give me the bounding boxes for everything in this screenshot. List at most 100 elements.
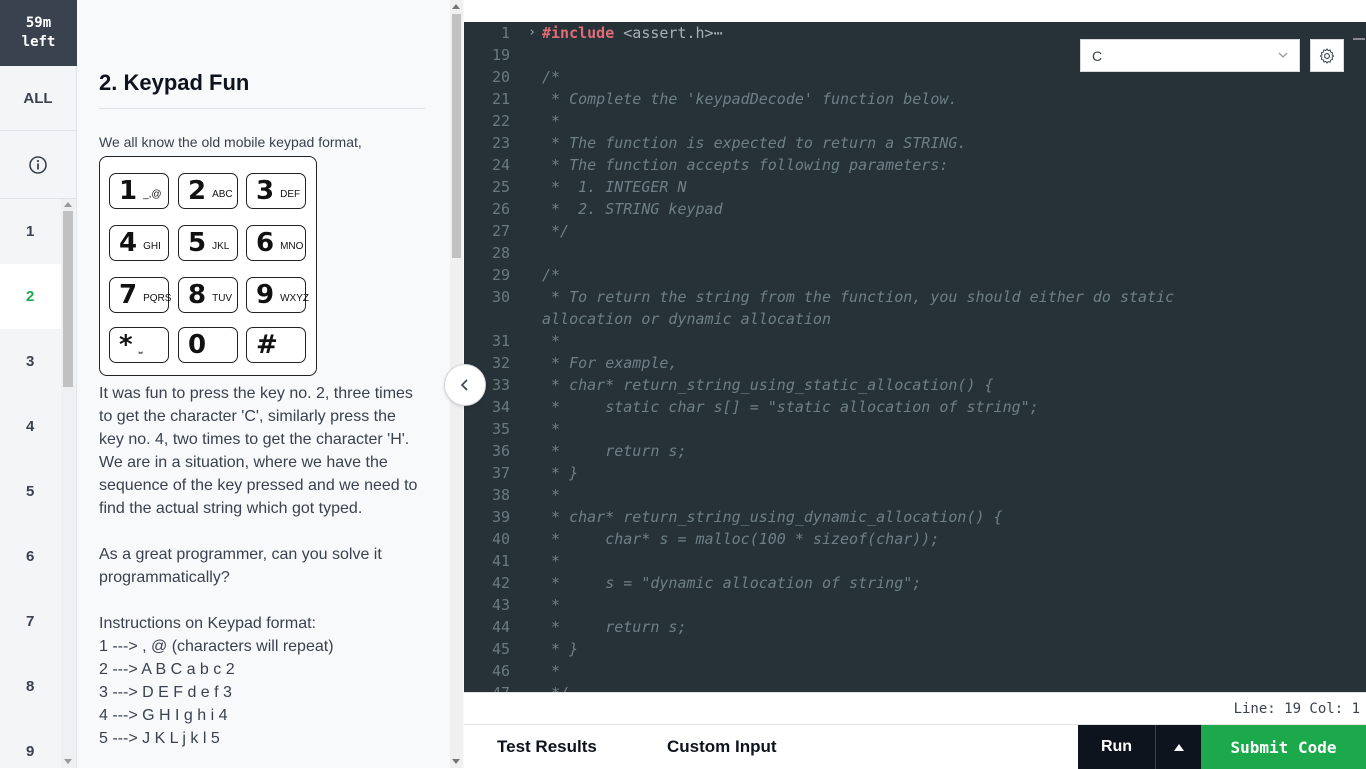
code-text: *: [542, 596, 561, 614]
code-text: * }: [542, 640, 579, 658]
collapse-panel-button[interactable]: [444, 364, 486, 406]
line-number: 26: [491, 200, 510, 218]
code-line: 24 * The function accepts following para…: [464, 154, 1366, 176]
code-text: * return s;: [542, 442, 687, 460]
folded-ellipsis[interactable]: ⋯: [714, 24, 723, 42]
question-item[interactable]: 7: [0, 589, 62, 654]
line-number: 45: [491, 640, 510, 658]
keypad-key: 7 PQRS: [109, 277, 172, 313]
line-number: 19: [491, 46, 510, 64]
line-number: 28: [491, 244, 510, 262]
question-item[interactable]: 3: [0, 329, 62, 394]
code-text: * The function is expected to return a S…: [542, 134, 967, 152]
code-text: * static char s[] = "static allocation o…: [542, 398, 1039, 416]
language-select[interactable]: C: [1080, 39, 1300, 72]
editor-scrollbar[interactable]: [1352, 22, 1366, 692]
code-line: 31 *: [464, 330, 1366, 352]
question-rail: 59m left ALL 123456789: [0, 0, 77, 768]
code-line: 32 * For example,: [464, 352, 1366, 374]
editor-top-strip: [464, 0, 1366, 22]
scroll-down-icon[interactable]: [64, 759, 72, 764]
line-number: 38: [491, 486, 510, 504]
question-item[interactable]: 9: [0, 719, 62, 768]
paragraph: As a great programmer, can you solve it …: [99, 546, 382, 586]
code-line: 40 * char* s = malloc(100 * sizeof(char)…: [464, 528, 1366, 550]
question-item[interactable]: 8: [0, 654, 62, 719]
code-line: 43 *: [464, 594, 1366, 616]
tab-test-results[interactable]: Test Results: [497, 725, 597, 769]
bottom-bar: Test Results Custom Input Run Submit Cod…: [464, 724, 1366, 769]
code-text: *: [542, 332, 561, 350]
code-line: 42 * s = "dynamic allocation of string";: [464, 572, 1366, 594]
scroll-up-icon[interactable]: [452, 4, 460, 9]
code-text: * For example,: [542, 354, 678, 372]
keypad-key: 6 MNO: [246, 225, 306, 261]
question-item[interactable]: 2: [0, 264, 62, 329]
scroll-down-icon[interactable]: [452, 759, 460, 764]
key-letters: ⎵: [138, 342, 143, 354]
problem-title: 2. Keypad Fun: [99, 70, 425, 109]
question-list-scrollbar[interactable]: [61, 199, 75, 768]
line-number: 30: [491, 288, 510, 306]
run-button[interactable]: Run: [1078, 725, 1156, 769]
code-line: 39 * char* return_string_using_dynamic_a…: [464, 506, 1366, 528]
scroll-thumb[interactable]: [63, 211, 73, 387]
code-line: 34 * static char s[] = "static allocatio…: [464, 396, 1366, 418]
language-value: C: [1092, 47, 1103, 64]
include-header: <assert.h>: [623, 24, 714, 42]
include-keyword: #include: [542, 24, 615, 42]
instructions-heading: Instructions on Keypad format:: [99, 615, 316, 632]
code-editor[interactable]: 1 › #include <assert.h>⋯ 19 20/* 21 * Comp…: [464, 22, 1366, 692]
all-questions-button[interactable]: ALL: [0, 66, 76, 131]
editor-settings-button[interactable]: [1310, 39, 1344, 72]
line-number: 39: [491, 508, 510, 526]
key-number: 8: [188, 280, 207, 310]
instruction-line: 1 ---> , @ (characters will repeat): [99, 638, 334, 655]
paragraph: We are in a situation, where we have the…: [99, 454, 418, 517]
problem-panel: 2. Keypad Fun We all know the old mobile…: [77, 0, 464, 768]
question-item[interactable]: 5: [0, 459, 62, 524]
submit-code-button[interactable]: Submit Code: [1201, 725, 1366, 769]
paragraph: It was fun to press the key no. 2, three…: [99, 385, 413, 448]
code-line: 36 * return s;: [464, 440, 1366, 462]
key-letters: PQRS: [143, 292, 172, 304]
code-line: 27 */: [464, 220, 1366, 242]
line-number: 25: [491, 178, 510, 196]
key-letters: GHI: [143, 240, 161, 252]
fold-expand-icon[interactable]: ›: [522, 22, 542, 44]
info-button[interactable]: [0, 131, 76, 199]
line-number: 46: [491, 662, 510, 680]
code-text: /*: [542, 266, 561, 284]
question-item[interactable]: 1: [0, 199, 62, 264]
instruction-line: 5 ---> J K L j k l 5: [99, 730, 220, 747]
question-item[interactable]: 6: [0, 524, 62, 589]
key-letters: WXYZ: [280, 292, 309, 304]
key-number: 4: [119, 228, 138, 258]
code-line: 45 * }: [464, 638, 1366, 660]
keypad-key: 9 WXYZ: [246, 277, 309, 313]
key-number: 6: [256, 228, 275, 258]
tab-custom-input[interactable]: Custom Input: [667, 725, 777, 769]
code-line: 46 *: [464, 660, 1366, 682]
run-options-button[interactable]: [1156, 725, 1201, 769]
line-number: 24: [491, 156, 510, 174]
scroll-up-icon[interactable]: [64, 202, 72, 207]
instruction-line: 4 ---> G H I g h i 4: [99, 707, 228, 724]
key-letters: MNO: [280, 240, 304, 252]
line-number: 22: [491, 112, 510, 130]
key-number: 3: [256, 176, 275, 206]
code-text: *: [542, 552, 561, 570]
code-line: 23 * The function is expected to return …: [464, 132, 1366, 154]
question-item[interactable]: 4: [0, 394, 62, 459]
keypad-key: * ⎵: [109, 327, 169, 363]
scroll-thumb[interactable]: [452, 14, 461, 258]
problem-body: It was fun to press the key no. 2, three…: [99, 382, 419, 750]
key-letters: ABC: [212, 188, 233, 200]
code-text: * To return the string from the function…: [542, 288, 1184, 328]
code-line: 28: [464, 242, 1366, 264]
gear-icon: [1319, 47, 1335, 64]
key-letters: DEF: [280, 188, 301, 200]
key-number: 2: [188, 176, 207, 206]
code-text: *: [542, 486, 561, 504]
timer-label: left: [21, 34, 56, 50]
